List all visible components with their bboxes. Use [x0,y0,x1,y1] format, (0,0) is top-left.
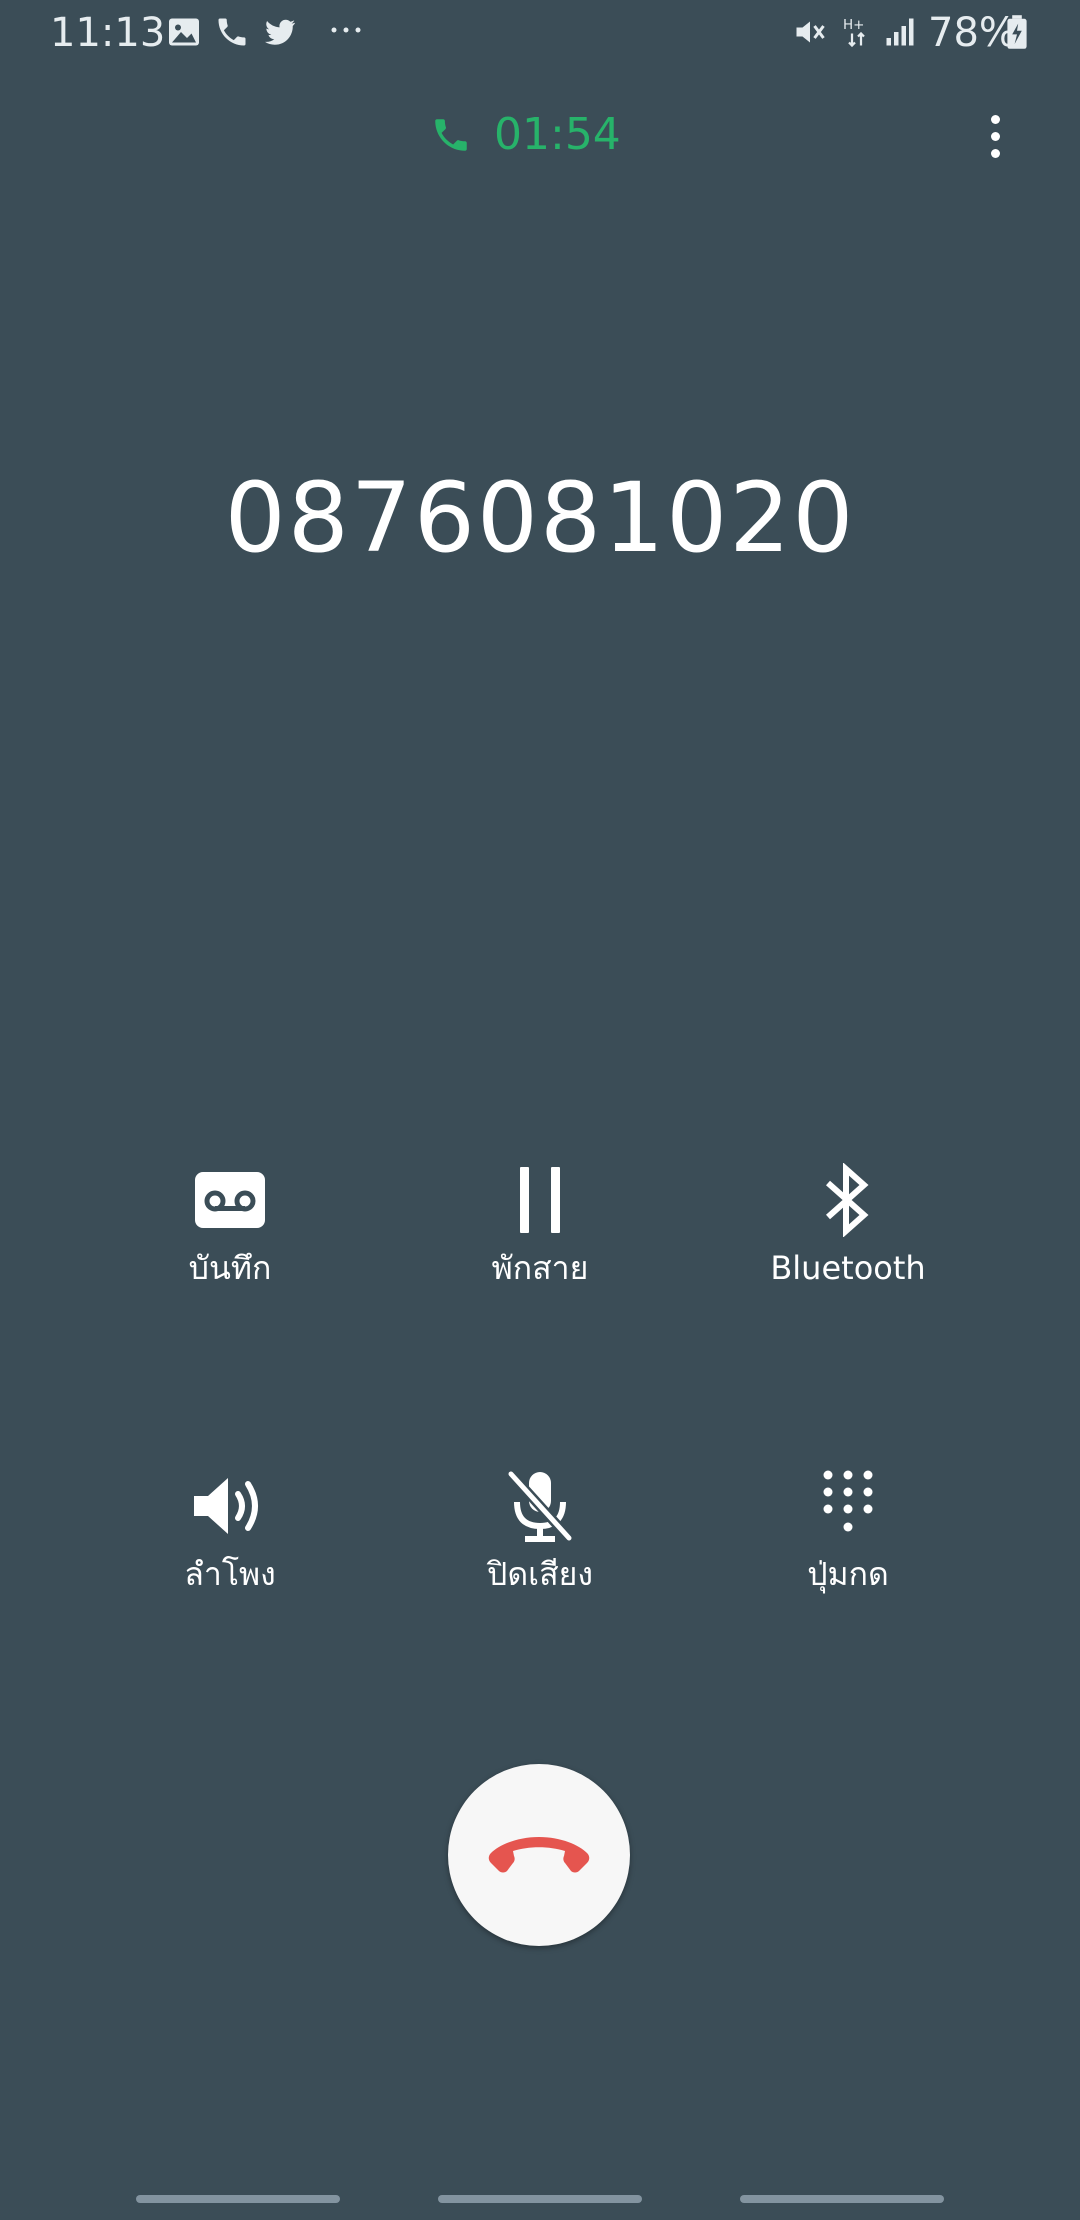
bluetooth-button[interactable]: Bluetooth [718,1160,978,1310]
keypad-label: ปุ่มกด [807,1555,889,1593]
hold-button[interactable]: พักสาย [410,1160,670,1310]
record-label: บันทึก [188,1249,272,1287]
mute-label: ปิดเสียง [487,1555,593,1593]
end-call-button[interactable] [448,1764,630,1946]
speaker-button[interactable]: ลำโพง [100,1466,360,1616]
mic-off-icon [507,1470,573,1542]
keypad-icon [823,1470,873,1532]
gallery-icon [169,18,199,46]
more-options-icon [990,114,1000,124]
call-timer: 01:54 [430,105,621,165]
mute-button[interactable]: ปิดเสียง [410,1466,670,1616]
battery-charging-icon [1007,15,1027,49]
record-button[interactable]: บันทึก [100,1160,360,1310]
status-time: 11:13 [50,10,166,56]
nav-hint-right[interactable] [740,2195,944,2203]
call-duration: 01:54 [494,109,621,160]
bluetooth-icon [826,1163,869,1237]
mute-icon [796,21,825,43]
active-call-icon [435,119,467,151]
speaker-icon [194,1478,258,1534]
nav-hint-home[interactable] [438,2195,642,2203]
nav-hint-left[interactable] [136,2195,340,2203]
more-notifications-icon [331,27,361,33]
hold-label: พักสาย [491,1249,589,1287]
end-call-icon [488,1837,590,1873]
keypad-button[interactable]: ปุ่มกด [718,1466,978,1616]
signal-icon [886,18,914,46]
hplus-data-icon: H+ [843,17,865,48]
pause-icon [520,1167,560,1233]
phone-icon [218,18,246,46]
status-bar: 11:13 H+ 78% [0,0,1080,66]
caller-number: 0876081020 [224,462,856,574]
voicemail-record-icon [195,1172,265,1228]
twitter-icon [265,19,295,45]
svg-text:H+: H+ [843,17,864,33]
speaker-label: ลำโพง [184,1555,276,1593]
more-options-button[interactable] [970,104,1020,168]
bluetooth-label: Bluetooth [770,1249,926,1287]
